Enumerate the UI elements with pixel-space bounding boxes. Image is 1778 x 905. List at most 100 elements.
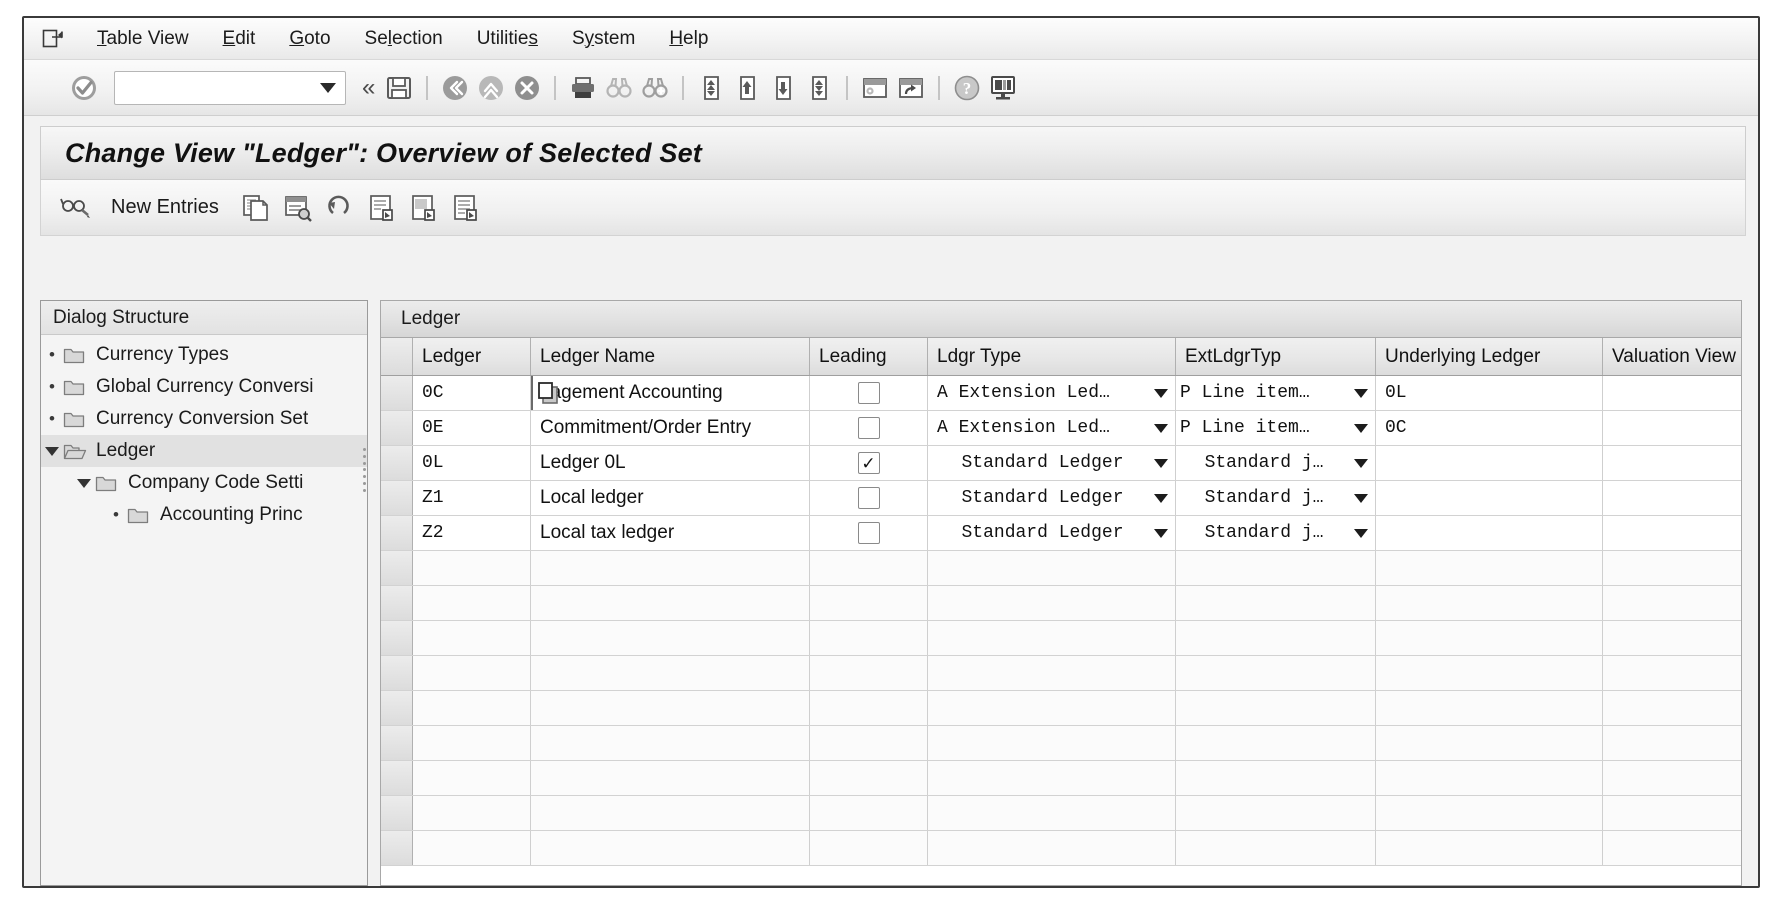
cancel-button[interactable] <box>509 69 545 107</box>
ldgr-type-dropdown[interactable]: Standard Ledger <box>928 481 1175 515</box>
cell-empty[interactable] <box>1603 586 1742 620</box>
print-button[interactable] <box>565 69 601 107</box>
cell-empty[interactable] <box>1376 586 1603 620</box>
cell-empty[interactable] <box>413 726 531 760</box>
help-button[interactable]: ? <box>949 69 985 107</box>
cell-ledger-name[interactable]: nagement Accounting <box>531 376 810 410</box>
cell-empty[interactable] <box>810 586 928 620</box>
cell-empty[interactable] <box>810 621 928 655</box>
cell-empty[interactable] <box>531 551 810 585</box>
cell-empty[interactable] <box>1376 761 1603 795</box>
table-row-empty[interactable] <box>381 691 1741 726</box>
cell-empty[interactable] <box>1176 551 1376 585</box>
column-header-underlying-ledger[interactable]: Underlying Ledger <box>1376 338 1603 375</box>
cell-empty[interactable] <box>531 656 810 690</box>
cell-ext-ldgr-typ[interactable]: Standard j… <box>1176 516 1376 550</box>
column-header-ledger-name[interactable]: Ledger Name <box>531 338 810 375</box>
cell-valuation-view[interactable] <box>1603 411 1742 445</box>
new-entries-button[interactable]: New Entries <box>111 196 219 219</box>
cell-ledger[interactable]: 0E <box>413 411 531 445</box>
cell-empty[interactable] <box>1176 796 1376 830</box>
ldgr-type-dropdown[interactable]: Standard Ledger <box>928 516 1175 550</box>
cell-empty[interactable] <box>1176 726 1376 760</box>
row-select-box[interactable] <box>381 516 413 550</box>
double-chevron-left-icon[interactable]: « <box>360 74 381 102</box>
row-select-box[interactable] <box>381 411 413 445</box>
cell-empty[interactable] <box>1603 621 1742 655</box>
cell-empty[interactable] <box>1176 691 1376 725</box>
ext-ldgr-typ-dropdown[interactable]: P Line item… <box>1176 411 1375 445</box>
ext-ldgr-typ-dropdown[interactable]: Standard j… <box>1176 516 1375 550</box>
cell-empty[interactable] <box>413 691 531 725</box>
cell-empty[interactable] <box>1176 761 1376 795</box>
cell-underlying-ledger[interactable] <box>1376 516 1603 550</box>
cell-empty[interactable] <box>1376 831 1603 865</box>
column-header-leading[interactable]: Leading <box>810 338 928 375</box>
cell-empty[interactable] <box>531 796 810 830</box>
cell-underlying-ledger[interactable] <box>1376 481 1603 515</box>
list-select-all-icon[interactable] <box>361 188 403 228</box>
chevron-down-icon[interactable] <box>1354 529 1368 538</box>
menu-item-selection[interactable]: Selection <box>348 25 460 53</box>
chevron-down-icon[interactable] <box>1154 424 1168 433</box>
column-header-ext-ldgr-typ[interactable]: ExtLdgrTyp <box>1176 338 1376 375</box>
chevron-down-icon[interactable] <box>1154 529 1168 538</box>
cell-ldgr-type[interactable]: Standard Ledger <box>928 446 1176 480</box>
row-select-box[interactable] <box>381 551 413 585</box>
row-select-box[interactable] <box>381 446 413 480</box>
leading-checkbox[interactable]: ✓ <box>858 452 880 474</box>
window-menu-icon[interactable] <box>36 24 70 54</box>
cell-empty[interactable] <box>413 796 531 830</box>
cell-empty[interactable] <box>1376 621 1603 655</box>
cell-empty[interactable] <box>413 621 531 655</box>
cell-ext-ldgr-typ[interactable]: Standard j… <box>1176 481 1376 515</box>
column-header-ldgr-type[interactable]: Ldgr Type <box>928 338 1176 375</box>
cell-valuation-view[interactable] <box>1603 481 1742 515</box>
tree-item-accounting-princ[interactable]: •Accounting Princ <box>41 499 367 531</box>
cell-empty[interactable] <box>1376 656 1603 690</box>
glasses-pencil-icon[interactable] <box>55 188 97 228</box>
chevron-down-icon[interactable] <box>320 83 336 93</box>
details-magnifier-icon[interactable] <box>277 188 319 228</box>
chevron-down-icon[interactable] <box>1354 424 1368 433</box>
first-page-button[interactable] <box>693 69 729 107</box>
cell-empty[interactable] <box>1603 831 1742 865</box>
cell-empty[interactable] <box>928 796 1176 830</box>
select-all-column-header[interactable] <box>381 338 413 375</box>
find-next-button[interactable] <box>637 69 673 107</box>
cell-underlying-ledger[interactable] <box>1376 446 1603 480</box>
row-select-box[interactable] <box>381 656 413 690</box>
customize-local-layout-button[interactable] <box>857 69 893 107</box>
monitor-icon[interactable] <box>985 69 1021 107</box>
cell-ledger-name[interactable]: Ledger 0L <box>531 446 810 480</box>
cell-empty[interactable] <box>531 726 810 760</box>
tree-item-currency-types[interactable]: •Currency Types <box>41 339 367 371</box>
chevron-down-icon[interactable] <box>1354 494 1368 503</box>
row-select-box[interactable] <box>381 481 413 515</box>
cell-empty[interactable] <box>1376 796 1603 830</box>
cell-empty[interactable] <box>531 621 810 655</box>
row-select-box[interactable] <box>381 796 413 830</box>
cell-ext-ldgr-typ[interactable]: P Line item… <box>1176 376 1376 410</box>
cell-ldgr-type[interactable]: Standard Ledger <box>928 516 1176 550</box>
command-field[interactable] <box>114 71 346 105</box>
chevron-down-icon[interactable] <box>1154 389 1168 398</box>
cell-empty[interactable] <box>928 586 1176 620</box>
table-row-empty[interactable] <box>381 761 1741 796</box>
table-row-empty[interactable] <box>381 586 1741 621</box>
leading-checkbox[interactable] <box>858 487 880 509</box>
cell-ledger[interactable]: 0L <box>413 446 531 480</box>
cell-empty[interactable] <box>810 831 928 865</box>
cell-valuation-view[interactable] <box>1603 516 1742 550</box>
menu-item-edit[interactable]: Edit <box>206 25 273 53</box>
column-header-valuation-view[interactable]: Valuation View <box>1603 338 1742 375</box>
leading-checkbox[interactable] <box>858 382 880 404</box>
chevron-down-icon[interactable] <box>73 479 95 488</box>
cell-valuation-view[interactable] <box>1603 376 1742 410</box>
table-row-empty[interactable] <box>381 831 1741 866</box>
cell-empty[interactable] <box>928 656 1176 690</box>
row-select-box[interactable] <box>381 831 413 865</box>
leading-checkbox[interactable] <box>858 417 880 439</box>
row-select-box[interactable] <box>381 761 413 795</box>
chevron-down-icon[interactable] <box>1354 389 1368 398</box>
